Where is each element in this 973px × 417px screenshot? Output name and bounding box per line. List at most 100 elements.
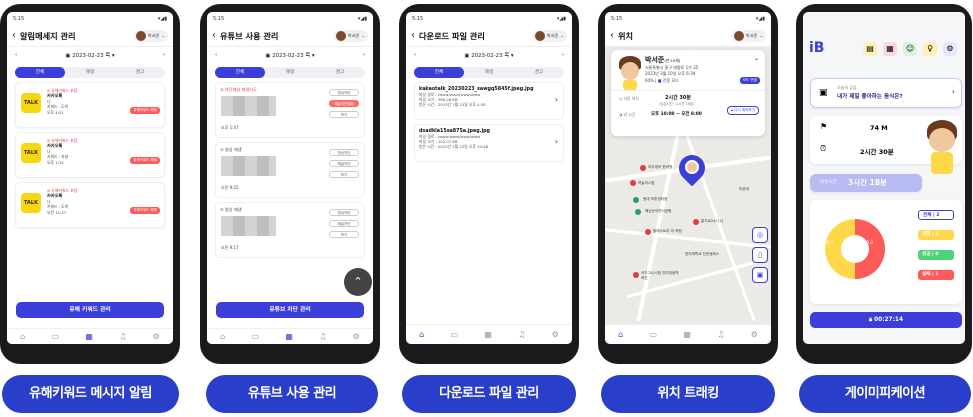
user-switcher[interactable]: 박서준 ⌄: [730, 29, 766, 42]
gear-icon[interactable]: ⚙: [552, 330, 559, 339]
kakaotalk-icon: TALK: [21, 193, 41, 213]
gear-icon[interactable]: ⚙: [943, 42, 957, 56]
back-icon[interactable]: ‹: [212, 30, 216, 41]
manage-keywords-button[interactable]: 유해 키워드 관리: [16, 302, 164, 318]
calendar-icon[interactable]: ▭: [52, 332, 60, 341]
next-date-icon[interactable]: ›: [163, 52, 165, 58]
youtube-block-manage-button[interactable]: 유튜브 차단 관리: [216, 302, 364, 318]
alert-card[interactable]: TALK ⊘ 유해키워드 포함 카카오톡 나 키워드 : 도박 오전 11:37…: [15, 182, 165, 228]
chevron-down-icon: ⌄: [161, 33, 165, 38]
tab-warning[interactable]: 경고: [315, 67, 365, 78]
home-icon[interactable]: ⌂: [20, 332, 25, 341]
updated-time: 2023년 3월 10일 오후 6:39: [645, 71, 696, 76]
block-video-button[interactable]: 영상차단: [329, 209, 359, 216]
calendar-icon[interactable]: ▭: [650, 330, 658, 339]
video-time: 오전 9:17: [221, 245, 239, 250]
grid-icon[interactable]: ▦: [683, 330, 691, 339]
back-icon[interactable]: ‹: [411, 30, 415, 41]
user-switcher[interactable]: 박서준 ⌄: [332, 29, 368, 42]
file-card[interactable]: dsadkla15sa875a.jpeg.jpg 파일 경로 : /www/ww…: [414, 124, 564, 162]
tab-play[interactable]: 재생: [65, 67, 115, 78]
lock-icon: 🔒︎: [730, 108, 733, 112]
video-card[interactable]: ⊙ 영상 재생 오전 9:25 영상차단 채널차단 보기: [215, 142, 365, 198]
tab-play[interactable]: 재생: [265, 67, 315, 78]
stat-all[interactable]: 전체 | 2: [918, 210, 954, 220]
video-card[interactable]: ⊙ 영상 재생 오전 9:17 영상차단 채널차단 보기: [215, 202, 365, 258]
my-location-button[interactable]: ◎: [752, 227, 768, 243]
release-keyword-button[interactable]: 유해키워드 해제: [130, 157, 160, 164]
date-selector: ‹ ▣ 2023-02-23 목 ▾ ›: [7, 47, 173, 63]
bell-icon[interactable]: ♫: [518, 330, 525, 339]
prev-date-icon[interactable]: ‹: [15, 52, 17, 58]
view-button[interactable]: 보기: [329, 171, 359, 178]
tab-play[interactable]: 재생: [464, 67, 514, 78]
unblock-channel-button[interactable]: 채널차단해제: [329, 100, 359, 107]
release-keyword-button[interactable]: 유해키워드 해제: [130, 207, 160, 214]
stat-success[interactable]: 성공 | 0: [918, 250, 954, 260]
grid-icon[interactable]: ▦: [285, 332, 293, 341]
lock-button[interactable]: 🔒︎ 다시 계속하기: [726, 106, 759, 115]
block-video-button[interactable]: 영상차단: [329, 89, 359, 96]
user-switcher[interactable]: 박서준 ⌄: [132, 29, 168, 42]
date-label[interactable]: ▣ 2023-02-23 목 ▾: [265, 51, 314, 59]
signal-icon: ▾◢▮: [357, 15, 367, 22]
release-keyword-button[interactable]: 유해키워드 해제: [130, 107, 160, 114]
tab-warning[interactable]: 경고: [115, 67, 165, 78]
question-card[interactable]: ▣ 오늘의 공감 내가 제일 좋아하는 음식은? ›: [810, 78, 962, 108]
prev-date-icon[interactable]: ‹: [215, 52, 217, 58]
home-icon[interactable]: ⌂: [419, 330, 424, 339]
block-video-button[interactable]: 영상차단: [329, 149, 359, 156]
calendar-icon[interactable]: ▭: [252, 332, 260, 341]
home-icon[interactable]: ⌂: [618, 330, 623, 339]
alert-time: 오후 1:15: [47, 159, 64, 165]
next-date-icon[interactable]: ›: [363, 52, 365, 58]
bulb-icon[interactable]: ♀: [923, 42, 937, 56]
map-pin: [645, 229, 651, 235]
mission-stats-card: 50.0 50.0 전체 | 2 진행 | 1 성공 | 0 실패 | 1: [810, 200, 962, 304]
alert-card[interactable]: TALK ⊘ 유해키워드 포함 카카오톡 나 키워드 : 도박 오후 4:51 …: [15, 82, 165, 128]
checklist-icon[interactable]: ▤: [863, 42, 877, 56]
view-button[interactable]: 보기: [329, 111, 359, 118]
map-label: 팔레스트아 아 처럼: [653, 229, 682, 233]
remain-label: 남은시간: [820, 180, 837, 185]
prev-date-icon[interactable]: ‹: [414, 52, 416, 58]
date-label[interactable]: ▣ 2023-02-23 목 ▾: [65, 51, 114, 59]
gear-icon[interactable]: ⚙: [153, 332, 160, 341]
tab-all[interactable]: 전체: [414, 67, 464, 78]
tab-all[interactable]: 전체: [15, 67, 65, 78]
calendar-icon[interactable]: ▭: [451, 330, 459, 339]
scroll-top-button[interactable]: ⌃: [344, 268, 372, 296]
bell-icon[interactable]: ♫: [717, 330, 724, 339]
home-icon[interactable]: ⌂: [220, 332, 225, 341]
stat-fail[interactable]: 실패 | 1: [918, 270, 954, 280]
back-icon[interactable]: ‹: [610, 30, 614, 41]
block-channel-button[interactable]: 채널차단: [329, 160, 359, 167]
grid-icon[interactable]: ▦: [85, 332, 93, 341]
gear-icon[interactable]: ⚙: [353, 332, 360, 341]
user-switcher[interactable]: 박서준 ⌄: [531, 29, 567, 42]
video-card[interactable]: ⊘ 차단채널 재생시도 오후 1:47 영상차단 채널차단해제 보기: [215, 82, 365, 138]
view-button[interactable]: 보기: [329, 231, 359, 238]
status-bar: 5:15 ▾◢▮: [7, 12, 173, 25]
stat-progress[interactable]: 진행 | 1: [918, 230, 954, 240]
grid-icon[interactable]: ▦: [484, 330, 492, 339]
mode-change-button[interactable]: 모드 변경: [739, 77, 760, 84]
date-label[interactable]: ▣ 2023-02-23 목 ▾: [464, 51, 513, 59]
calendar-icon[interactable]: ▦: [883, 42, 897, 56]
smile-icon[interactable]: ☺: [903, 42, 917, 56]
next-date-icon[interactable]: ›: [562, 52, 564, 58]
date-selector: ‹ ▣ 2023-02-23 목 ▾ ›: [406, 47, 572, 63]
phone-button[interactable]: ▯: [752, 247, 768, 263]
device-button[interactable]: ▣: [752, 267, 768, 283]
tab-warning[interactable]: 경고: [514, 67, 564, 78]
bell-icon[interactable]: ♫: [119, 332, 126, 341]
gear-icon[interactable]: ⚙: [751, 330, 758, 339]
tab-all[interactable]: 전체: [215, 67, 265, 78]
bell-icon[interactable]: ♫: [319, 332, 326, 341]
video-time: 오전 9:25: [221, 185, 239, 190]
alert-card[interactable]: TALK ⊘ 유해키워드 포함 카카오톡 나 키워드 : 자살 오후 1:15 …: [15, 132, 165, 178]
timer-button[interactable]: 🔒︎ 00:27:14: [810, 312, 962, 328]
file-card[interactable]: kakaotalk_20230223_sawgq5845f.jpeg.jpg 파…: [414, 82, 564, 120]
back-icon[interactable]: ‹: [12, 30, 16, 41]
block-channel-button[interactable]: 채널차단: [329, 220, 359, 227]
